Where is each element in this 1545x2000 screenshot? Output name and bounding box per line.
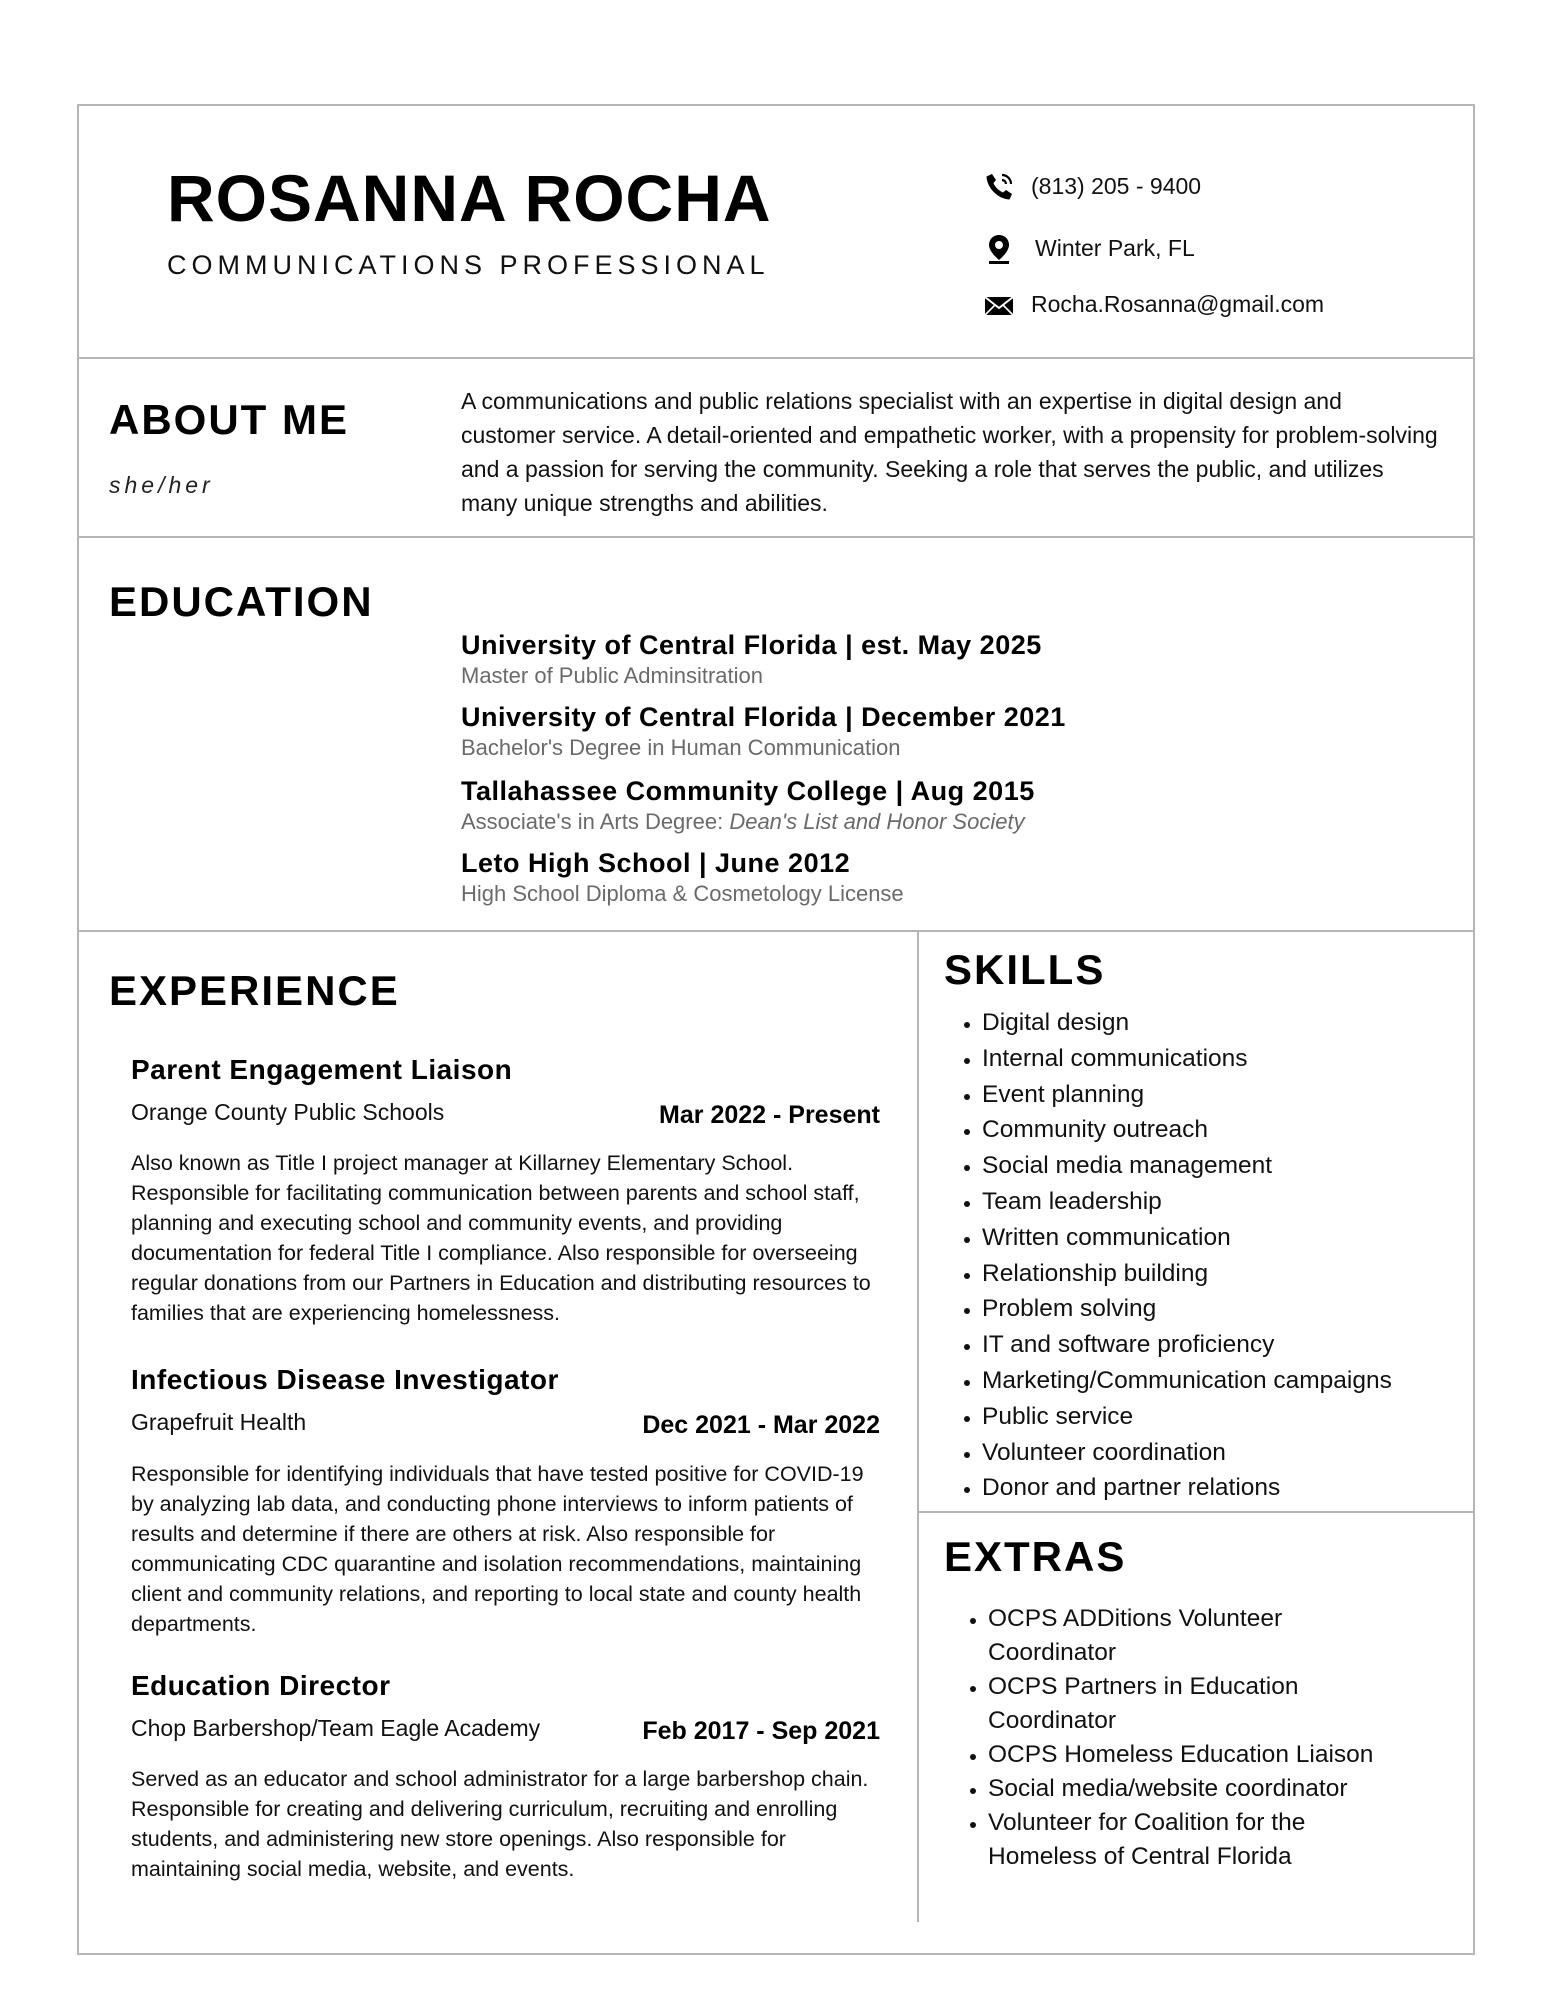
divider-skills [918,1511,1475,1513]
list-item: Community outreach [982,1112,1392,1148]
skills-list: Digital design Internal communications E… [944,1005,1392,1506]
education-school: Tallahassee Community College | Aug 2015 [461,776,1035,806]
skills-heading: SKILLS [944,946,1106,993]
list-item: Internal communications [982,1041,1392,1077]
list-item: Marketing/Communication campaigns [982,1363,1392,1399]
education-degree: High School Diploma & Cosmetology Licens… [461,881,904,906]
candidate-name: ROSANNA ROCHA [167,161,772,235]
job-description: Also known as Title I project manager at… [131,1151,871,1325]
job-dates: Dec 2021 - Mar 2022 [642,1411,880,1439]
job-dates: Mar 2022 - Present [659,1101,880,1129]
list-item: Written communication [982,1220,1392,1256]
about-text: A communications and public relations sp… [461,388,1438,516]
phone-icon [986,173,1013,200]
envelope-icon [984,296,1014,316]
job-dates: Feb 2017 - Sep 2021 [642,1717,880,1745]
list-item: Public service [982,1399,1392,1435]
list-item: OCPS ADDitions Volunteer Coordinator [988,1602,1408,1670]
job-description: Responsible for identifying individuals … [131,1462,864,1636]
education-heading: EDUCATION [109,578,374,625]
list-item: Donor and partner relations [982,1470,1392,1506]
pronouns: she/her [109,472,214,498]
education-item: Tallahassee Community College | Aug 2015… [461,776,1035,835]
list-item: OCPS Partners in Education Coordinator [988,1670,1408,1738]
list-item: Team leadership [982,1184,1392,1220]
location-pin-icon [989,235,1009,264]
list-item: Volunteer for Coalition for the Homeless… [988,1806,1408,1874]
list-item: Event planning [982,1077,1392,1113]
list-item: Volunteer coordination [982,1435,1392,1471]
extras-heading: EXTRAS [944,1533,1127,1580]
phone-number[interactable]: (813) 205 - 9400 [1031,173,1201,200]
list-item: Social media/website coordinator [988,1772,1408,1806]
job-title: Parent Engagement Liaison [131,1054,513,1085]
about-heading: ABOUT ME [109,396,349,443]
divider-header [77,357,1475,359]
location-text: Winter Park, FL [1035,235,1195,261]
education-item: University of Central Florida | December… [461,702,1066,761]
experience-heading: EXPERIENCE [109,967,400,1014]
job-title: Education Director [131,1670,391,1701]
job-organization: Chop Barbershop/Team Eagle Academy [131,1715,541,1741]
list-item: Relationship building [982,1256,1392,1292]
list-item: Digital design [982,1005,1392,1041]
list-item: OCPS Homeless Education Liaison [988,1738,1408,1772]
email-address[interactable]: Rocha.Rosanna@gmail.com [1031,291,1324,318]
extras-list: OCPS ADDitions Volunteer Coordinator OCP… [950,1602,1408,1874]
education-degree: Bachelor's Degree in Human Communication [461,735,901,760]
divider-columns [917,931,919,1922]
education-item: Leto High School | June 2012 High School… [461,848,904,907]
candidate-title: COMMUNICATIONS PROFESSIONAL [167,250,770,280]
job-organization: Orange County Public Schools [131,1099,445,1125]
education-degree: Associate's in Arts Degree: Dean's List … [461,809,1025,834]
education-item: University of Central Florida | est. May… [461,630,1042,689]
education-degree: Master of Public Adminsitration [461,663,764,688]
education-school: Leto High School | June 2012 [461,848,851,878]
education-school: University of Central Florida | December… [461,702,1066,732]
divider-about [77,536,1475,538]
education-school: University of Central Florida | est. May… [461,630,1042,660]
list-item: Social media management [982,1148,1392,1184]
divider-education [77,930,1475,932]
job-organization: Grapefruit Health [131,1409,307,1435]
list-item: Problem solving [982,1291,1392,1327]
job-description: Served as an educator and school adminis… [131,1767,869,1881]
job-title: Infectious Disease Investigator [131,1364,559,1395]
list-item: IT and software proficiency [982,1327,1392,1363]
